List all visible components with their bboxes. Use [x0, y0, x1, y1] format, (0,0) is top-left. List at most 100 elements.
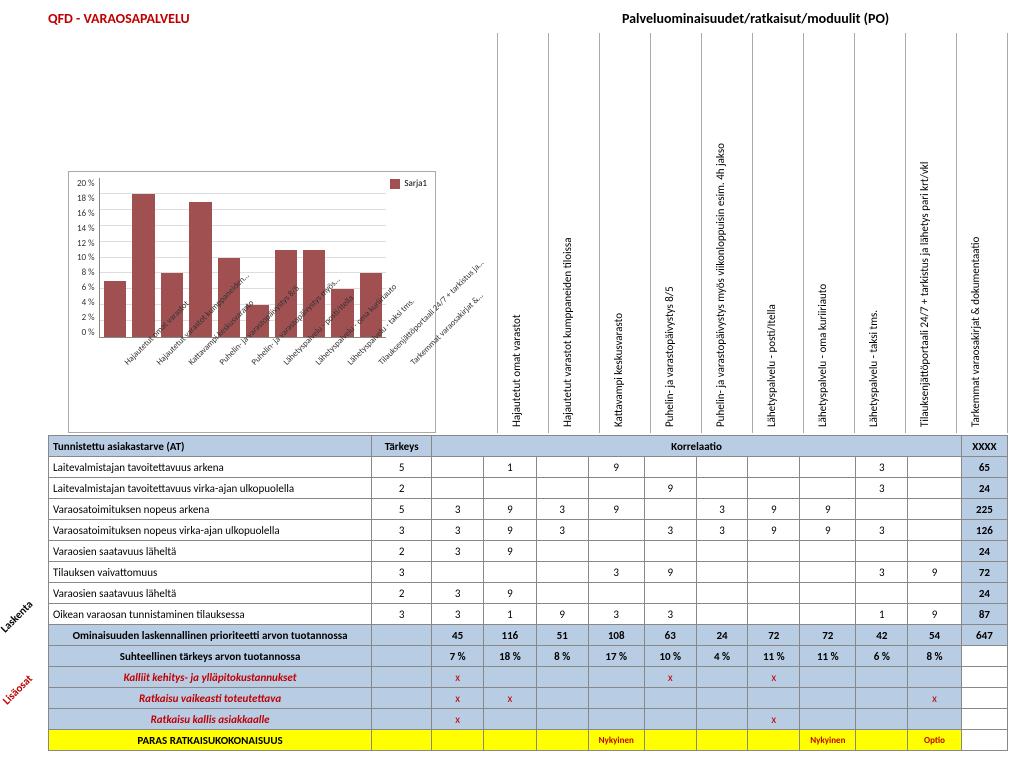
- corr-cell: 3: [432, 541, 484, 562]
- corr-cell: [536, 583, 588, 604]
- corr-cell: 3: [644, 604, 696, 625]
- extra-cell: x: [432, 688, 484, 709]
- best-sum: [961, 730, 1007, 751]
- extra-cell: x: [644, 667, 696, 688]
- extra-cell: [588, 688, 644, 709]
- corr-cell: 3: [856, 520, 908, 541]
- need-sum: 24: [961, 478, 1007, 499]
- corr-cell: 9: [484, 520, 537, 541]
- corr-cell: 3: [536, 499, 588, 520]
- hdr-need: Tunnistettu asiakastarve (AT): [49, 436, 372, 457]
- corr-cell: 9: [484, 541, 537, 562]
- best-cell: [856, 730, 908, 751]
- extra-sum: [961, 709, 1007, 730]
- need-importance: 3: [372, 604, 432, 625]
- col-header-2: Kattavampi keskusvarasto: [599, 33, 650, 433]
- col-header-3: Puhelin- ja varastopäivystys 8/5: [650, 33, 701, 433]
- corr-cell: [696, 583, 748, 604]
- best-cell: [696, 730, 748, 751]
- need-importance: 2: [372, 478, 432, 499]
- corr-cell: [748, 562, 800, 583]
- corr-cell: 3: [856, 478, 908, 499]
- corr-cell: [800, 562, 856, 583]
- corr-cell: [856, 499, 908, 520]
- corr-cell: [588, 541, 644, 562]
- col-header-9: Tarkemmat varaosakirjat & dokumentaatio: [956, 33, 1008, 433]
- extra-cell: [696, 709, 748, 730]
- calc-cell: 116: [484, 625, 537, 646]
- calc-sum: 647: [961, 625, 1007, 646]
- hdr-sum: XXXX: [961, 436, 1007, 457]
- corr-cell: [644, 499, 696, 520]
- calc-cell: 42: [856, 625, 908, 646]
- col-header-0: Hajautetut omat varastot: [497, 33, 548, 433]
- extra-row-0: Kalliit kehitys- ja ylläpitokustannukset…: [49, 667, 1008, 688]
- columns-title: Palveluominaisuudet/ratkaisut/moduulit (…: [503, 8, 1008, 27]
- col-header-7: Lähetyspalvelu - taksi tms.: [854, 33, 905, 433]
- calc-cell: 24: [696, 625, 748, 646]
- col-header-4: Puhelin- ja varastopäivystys myös viikon…: [701, 33, 752, 433]
- corr-cell: [432, 478, 484, 499]
- corr-cell: [484, 478, 537, 499]
- best-cell: Nykyinen: [800, 730, 856, 751]
- hdr-importance: Tärkeys: [372, 436, 432, 457]
- extra-cell: [908, 709, 962, 730]
- best-cell: Nykyinen: [588, 730, 644, 751]
- extra-row-2: Ratkaisu kallis asiakkaalle x x: [49, 709, 1008, 730]
- calc-cell: 63: [644, 625, 696, 646]
- extra-cell: x: [484, 688, 537, 709]
- extra-label: Ratkaisu kallis asiakkaalle: [49, 709, 372, 730]
- extra-cell: [856, 667, 908, 688]
- best-label: PARAS RATKAISUKOKONAISUUS: [49, 730, 372, 751]
- corr-cell: [536, 478, 588, 499]
- extra-cell: x: [748, 709, 800, 730]
- need-row-4: Varaosien saatavuus läheltä23924: [49, 541, 1008, 562]
- corr-cell: [908, 499, 962, 520]
- corr-cell: [536, 562, 588, 583]
- need-importance: 5: [372, 499, 432, 520]
- qfd-page: QFD - VARAOSAPALVELU Palveluominaisuudet…: [8, 8, 1008, 751]
- side-label-lisaosat: Lisäosat: [0, 672, 35, 707]
- corr-cell: [644, 457, 696, 478]
- corr-cell: [856, 583, 908, 604]
- corr-cell: [748, 583, 800, 604]
- calc-cell: 54: [908, 625, 962, 646]
- corr-cell: 3: [696, 520, 748, 541]
- corr-cell: 9: [748, 499, 800, 520]
- corr-cell: 3: [856, 457, 908, 478]
- corr-cell: [800, 604, 856, 625]
- corr-cell: [696, 562, 748, 583]
- rel-sum: [961, 646, 1007, 667]
- corr-cell: [588, 520, 644, 541]
- corr-cell: [696, 604, 748, 625]
- corr-cell: 3: [432, 604, 484, 625]
- need-label: Tilauksen vaivattomuus: [49, 562, 372, 583]
- extra-cell: [800, 709, 856, 730]
- extra-cell: [484, 709, 537, 730]
- corr-cell: 3: [588, 604, 644, 625]
- need-importance: 3: [372, 520, 432, 541]
- need-label: Varaosatoimituksen nopeus virka-ajan ulk…: [49, 520, 372, 541]
- corr-cell: 1: [484, 457, 537, 478]
- need-row-5: Tilauksen vaivattomuus3393972: [49, 562, 1008, 583]
- extra-cell: x: [748, 667, 800, 688]
- need-importance: 2: [372, 541, 432, 562]
- need-label: Laitevalmistajan tavoitettavuus virka-aj…: [49, 478, 372, 499]
- corr-cell: 9: [536, 604, 588, 625]
- extra-cell: [856, 688, 908, 709]
- extra-sum: [961, 688, 1007, 709]
- extra-label: Kalliit kehitys- ja ylläpitokustannukset: [49, 667, 372, 688]
- rel-cell: 18 %: [484, 646, 537, 667]
- need-importance: 3: [372, 562, 432, 583]
- calc-label: Ominaisuuden laskennallinen prioriteetti…: [49, 625, 372, 646]
- col-header-8: Tilauksenjättöportaali 24/7 + tarkistus …: [905, 33, 956, 433]
- col-header-1: Hajautetut varastot kumppaneiden tiloiss…: [548, 33, 599, 433]
- extra-cell: [908, 667, 962, 688]
- need-label: Varaosien saatavuus läheltä: [49, 541, 372, 562]
- corr-cell: 3: [432, 583, 484, 604]
- legend-label: Sarja1: [404, 178, 427, 189]
- corr-cell: 1: [856, 604, 908, 625]
- extra-cell: [696, 688, 748, 709]
- chart-x-labels: Hajautetut omat varastotHajautetut varas…: [107, 338, 427, 428]
- extra-cell: x: [432, 709, 484, 730]
